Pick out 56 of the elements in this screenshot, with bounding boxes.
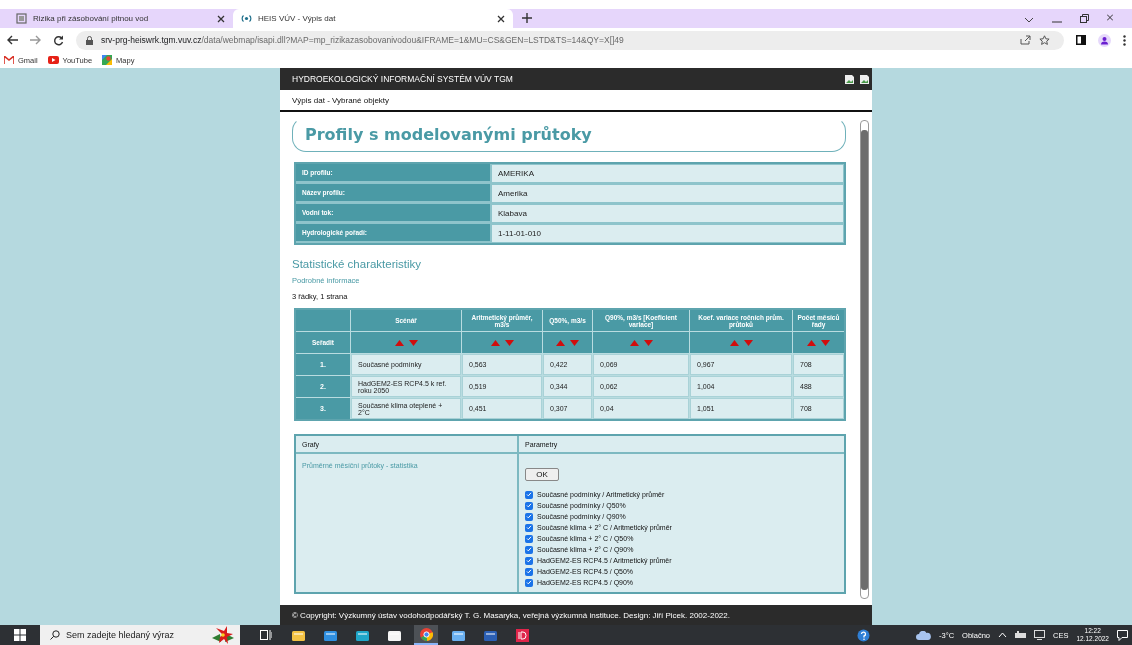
chevron-down-icon[interactable] xyxy=(1024,17,1034,23)
copyright-text: © Copyright: Výzkumný ústav vodohodpodářský T. G. Masaryka, veřejná výzkumná instituce. Design: Jiří Picek. 2002-2022. xyxy=(292,610,730,620)
ok-button[interactable]: OK xyxy=(525,468,559,481)
forward-icon[interactable] xyxy=(30,35,41,45)
share-icon[interactable] xyxy=(1020,35,1031,45)
profile-avatar-icon[interactable] xyxy=(1098,33,1111,47)
chevron-up-icon[interactable] xyxy=(998,632,1008,638)
new-tab-icon[interactable] xyxy=(522,13,532,23)
back-icon[interactable] xyxy=(7,35,18,45)
windows-start-icon[interactable] xyxy=(14,629,26,641)
monitor-icon[interactable] xyxy=(1034,630,1046,640)
network-icon[interactable] xyxy=(1015,630,1027,640)
breadcrumb: Výpis dat - Vybrané objekty xyxy=(292,95,390,105)
field-value: Amerika xyxy=(491,184,844,203)
close-icon[interactable] xyxy=(497,14,505,23)
map-icon xyxy=(102,55,113,65)
checkbox[interactable] xyxy=(525,545,533,554)
page-heading: Profily s modelovanými průtoky xyxy=(305,125,592,144)
checkbox[interactable] xyxy=(525,490,533,499)
menu-icon[interactable] xyxy=(1123,34,1126,46)
checkbox[interactable] xyxy=(525,578,533,587)
broadcast-icon xyxy=(241,13,252,24)
address-field[interactable]: srv-prg-heiswrk.tgm.vuv.cz/data/webmap/isapi.dll?MAP=mp_rizikazasobovanivodou&IFRAME=1&MU=CS&GEN=LSTD&TS=14&QY=X[]49 xyxy=(76,30,1064,50)
checkbox[interactable] xyxy=(525,567,533,576)
play-icon xyxy=(47,56,59,64)
site-icon xyxy=(16,13,27,24)
star-icon[interactable] xyxy=(1039,34,1050,46)
restore-icon[interactable] xyxy=(1080,14,1089,23)
help-icon[interactable] xyxy=(857,628,870,642)
broken-image-icon xyxy=(860,74,869,84)
header-cell xyxy=(296,310,350,331)
checkbox[interactable] xyxy=(525,556,533,565)
browser-tab[interactable]: HEIS VÚV - Výpis dat xyxy=(233,9,513,28)
envelope-icon xyxy=(4,56,14,64)
notification-icon[interactable] xyxy=(1117,629,1128,641)
search-icon xyxy=(50,630,60,640)
side-panel-icon[interactable] xyxy=(1076,35,1086,45)
browser-tab[interactable]: Rizika při zásobování pitnou vod xyxy=(8,9,233,28)
section-heading: Statistické charakteristiky xyxy=(292,258,423,270)
system-title: HYDROEKOLOGICKÝ INFORMAČNÍ SYSTÉM VÚV TGM xyxy=(292,74,513,84)
cloud-icon xyxy=(916,630,931,640)
close-icon[interactable] xyxy=(217,14,225,23)
chrome-app-icon[interactable] xyxy=(414,625,438,645)
checkbox[interactable] xyxy=(525,534,533,543)
checkbox[interactable] xyxy=(525,512,533,521)
lock-icon xyxy=(86,35,93,45)
checkbox[interactable] xyxy=(525,523,533,532)
search-field[interactable]: Sem zadejte hledaný výraz xyxy=(40,625,240,645)
flower-icon xyxy=(210,626,236,644)
scrollbar[interactable] xyxy=(860,120,869,599)
broken-image-icon xyxy=(845,74,854,84)
reload-icon[interactable] xyxy=(53,34,64,46)
field-value: AMERIKA xyxy=(491,164,844,183)
checkbox[interactable] xyxy=(525,501,533,510)
field-value: 1-11-01-010 xyxy=(491,224,844,243)
field-value: Klabava xyxy=(491,204,844,223)
